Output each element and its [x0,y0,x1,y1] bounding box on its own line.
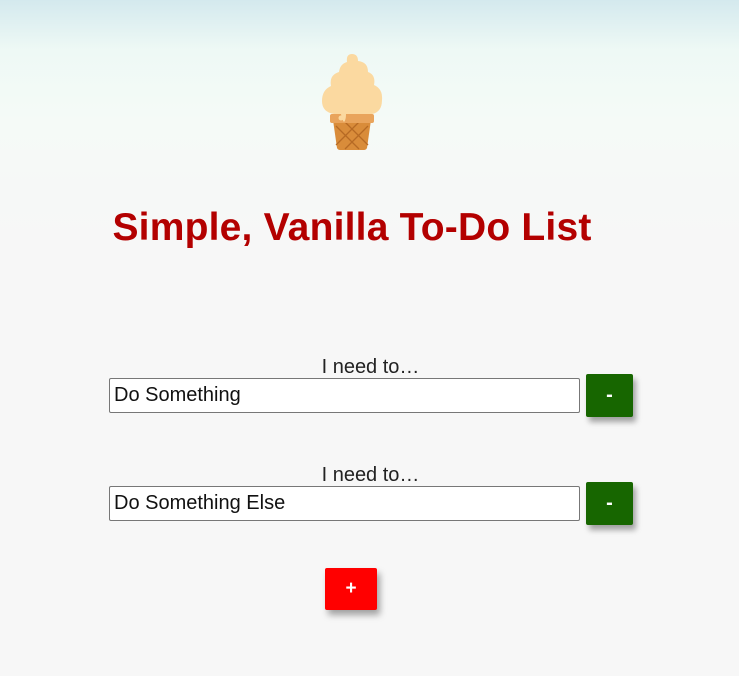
remove-todo-button[interactable]: - [586,482,633,525]
ice-cream-cone-icon [322,54,383,150]
page-title: Simple, Vanilla To-Do List [112,206,592,249]
remove-todo-button[interactable]: - [586,374,633,417]
todo-input[interactable] [109,378,580,413]
todo-input[interactable] [109,486,580,521]
add-todo-button[interactable]: + [325,568,377,610]
